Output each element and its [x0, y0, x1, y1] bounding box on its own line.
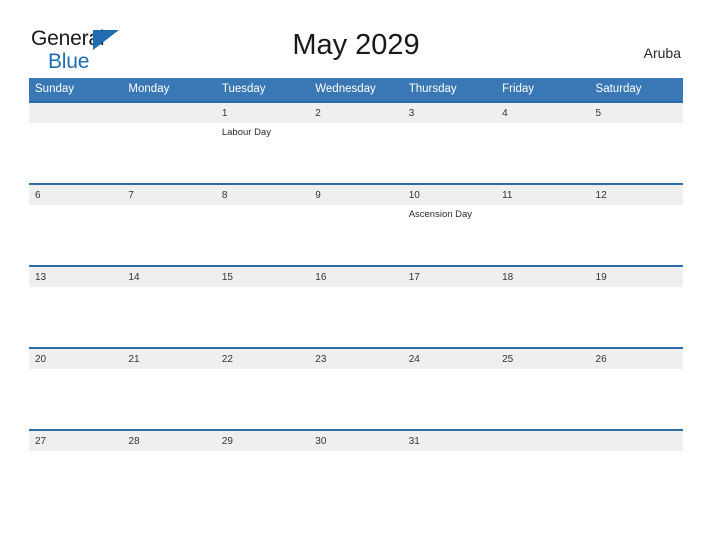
- calendar-week-row: 27 28 29 30 31: [29, 429, 683, 511]
- weekday-header-tuesday: Tuesday: [215, 78, 310, 102]
- calendar-week-row: 20 21 22 23 24 25 26: [29, 347, 683, 430]
- calendar-day-cell[interactable]: 6: [29, 183, 123, 266]
- calendar-day-cell[interactable]: 23: [309, 347, 403, 430]
- day-number: 17: [402, 267, 497, 287]
- page-title: May 2029: [292, 29, 420, 61]
- calendar-table: Sunday Monday Tuesday Wednesday Thursday…: [29, 78, 683, 511]
- day-number: [29, 103, 123, 123]
- calendar-day-cell[interactable]: 11: [496, 183, 590, 266]
- day-number: 22: [215, 349, 310, 369]
- calendar-day-cell[interactable]: 27: [29, 429, 123, 511]
- day-number: 1: [215, 103, 310, 123]
- day-number: 24: [402, 349, 497, 369]
- weekday-header-wednesday: Wednesday: [309, 78, 403, 102]
- day-number: 8: [215, 185, 310, 205]
- calendar-day-cell[interactable]: 21: [122, 347, 216, 430]
- calendar-day-cell[interactable]: 3: [402, 101, 497, 184]
- calendar-day-cell[interactable]: 18: [496, 265, 590, 348]
- calendar-body: 1 Labour Day 2 3 4 5 6 7 8 9 10 Ascension Day 11 12 13…: [29, 101, 683, 511]
- calendar-day-cell[interactable]: 9: [309, 183, 403, 266]
- day-number: 28: [122, 431, 216, 451]
- calendar-day-cell[interactable]: 30: [309, 429, 403, 511]
- weekday-header-sunday: Sunday: [29, 78, 123, 102]
- calendar-header-row-group: Sunday Monday Tuesday Wednesday Thursday…: [29, 78, 683, 102]
- calendar-week-row: 1 Labour Day 2 3 4 5: [29, 101, 683, 184]
- day-number: [122, 103, 216, 123]
- calendar-day-cell[interactable]: 29: [215, 429, 310, 511]
- calendar-empty-cell: [29, 101, 123, 184]
- calendar-day-cell[interactable]: 2: [309, 101, 403, 184]
- calendar-empty-cell: [496, 429, 590, 511]
- day-number: [589, 431, 683, 451]
- day-number: 21: [122, 349, 216, 369]
- page-header: General Blue May 2029 Aruba: [0, 0, 712, 76]
- weekday-header-friday: Friday: [496, 78, 590, 102]
- day-number: 23: [309, 349, 403, 369]
- calendar-week-row: 13 14 15 16 17 18 19: [29, 265, 683, 348]
- day-number: 12: [589, 185, 683, 205]
- calendar-day-cell[interactable]: 7: [122, 183, 216, 266]
- calendar-day-cell[interactable]: 8: [215, 183, 310, 266]
- day-number: 15: [215, 267, 310, 287]
- weekday-header-row: Sunday Monday Tuesday Wednesday Thursday…: [29, 78, 683, 102]
- day-number: 11: [496, 185, 590, 205]
- calendar-day-cell[interactable]: 10 Ascension Day: [402, 183, 497, 266]
- day-number: 27: [29, 431, 123, 451]
- day-number: 31: [402, 431, 497, 451]
- calendar-empty-cell: [589, 429, 683, 511]
- calendar-day-cell[interactable]: 13: [29, 265, 123, 348]
- day-number: 30: [309, 431, 403, 451]
- calendar-empty-cell: [122, 101, 216, 184]
- day-number: 10: [402, 185, 497, 205]
- calendar-day-cell[interactable]: 22: [215, 347, 310, 430]
- day-number: [496, 431, 590, 451]
- day-number: 18: [496, 267, 590, 287]
- calendar-day-cell[interactable]: 1 Labour Day: [215, 101, 310, 184]
- day-number: 26: [589, 349, 683, 369]
- weekday-header-monday: Monday: [122, 78, 216, 102]
- holiday-event-label: Ascension Day: [408, 209, 473, 220]
- day-number: 5: [589, 103, 683, 123]
- day-number: 20: [29, 349, 123, 369]
- calendar-day-cell[interactable]: 28: [122, 429, 216, 511]
- day-number: 6: [29, 185, 123, 205]
- calendar-day-cell[interactable]: 20: [29, 347, 123, 430]
- day-number: 13: [29, 267, 123, 287]
- weekday-header-saturday: Saturday: [589, 78, 683, 102]
- calendar-day-cell[interactable]: 17: [402, 265, 497, 348]
- day-number: 4: [496, 103, 590, 123]
- calendar-day-cell[interactable]: 15: [215, 265, 310, 348]
- day-number: 3: [402, 103, 497, 123]
- day-number: 7: [122, 185, 216, 205]
- calendar-day-cell[interactable]: 25: [496, 347, 590, 430]
- calendar-day-cell[interactable]: 16: [309, 265, 403, 348]
- day-number: 29: [215, 431, 310, 451]
- day-number: 16: [309, 267, 403, 287]
- day-number: 9: [309, 185, 403, 205]
- calendar-day-cell[interactable]: 19: [589, 265, 683, 348]
- day-number: 25: [496, 349, 590, 369]
- calendar-page: General Blue May 2029 Aruba Sunday Monda…: [0, 0, 712, 550]
- calendar-day-cell[interactable]: 12: [589, 183, 683, 266]
- calendar-day-cell[interactable]: 5: [589, 101, 683, 184]
- day-number: 19: [589, 267, 683, 287]
- calendar-day-cell[interactable]: 24: [402, 347, 497, 430]
- calendar-day-cell[interactable]: 4: [496, 101, 590, 184]
- weekday-header-thursday: Thursday: [402, 78, 497, 102]
- calendar-week-row: 6 7 8 9 10 Ascension Day 11 12: [29, 183, 683, 266]
- calendar-day-cell[interactable]: 14: [122, 265, 216, 348]
- calendar-day-cell[interactable]: 31: [402, 429, 497, 511]
- calendar-day-cell[interactable]: 26: [589, 347, 683, 430]
- region-label: Aruba: [643, 45, 681, 61]
- day-number: 2: [309, 103, 403, 123]
- holiday-event-label: Labour Day: [221, 127, 271, 138]
- day-number: 14: [122, 267, 216, 287]
